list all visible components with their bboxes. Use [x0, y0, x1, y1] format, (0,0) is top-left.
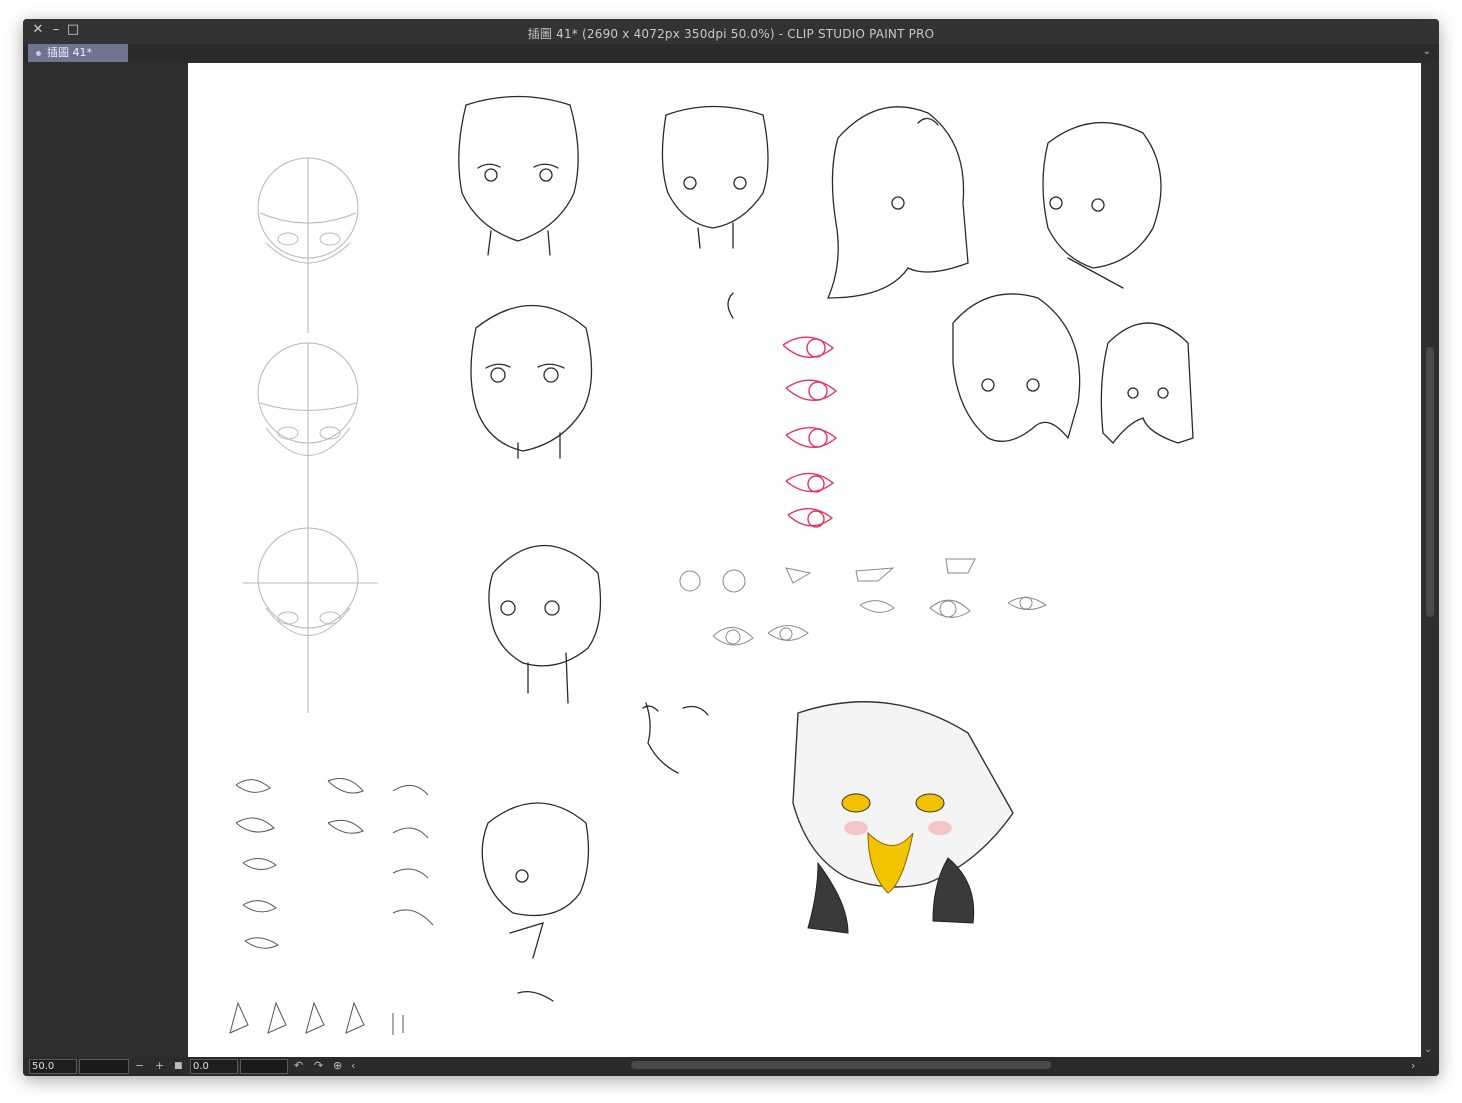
unsaved-dot-icon: [36, 50, 41, 56]
zoom-input[interactable]: 50.0: [29, 1059, 77, 1074]
tab-label: 插圖 41*: [47, 46, 92, 59]
title-bar: ✕ – □ 插圖 41* (2690 x 4072px 350dpi 50.0%…: [23, 19, 1439, 44]
pasteboard-area: [23, 62, 188, 1057]
scroll-left-icon[interactable]: ‹: [351, 1059, 355, 1073]
front-heads-column: [458, 95, 602, 1002]
vertical-scrollbar[interactable]: ⌄: [1421, 62, 1439, 1057]
reset-rotation-icon[interactable]: ⊕: [333, 1059, 342, 1073]
red-eye-studies: [782, 336, 838, 528]
scroll-down-chevron-icon[interactable]: ⌄: [1424, 1044, 1432, 1055]
document-tab-bar: 插圖 41* ⌄: [23, 44, 1439, 62]
window-title: 插圖 41* (2690 x 4072px 350dpi 50.0%) - CL…: [527, 27, 935, 41]
horizontal-scroll-thumb[interactable]: [631, 1061, 1051, 1069]
top-row-heads: [661, 105, 1194, 444]
vertical-scroll-thumb[interactable]: [1426, 347, 1434, 617]
eye-shape-studies: [679, 558, 1047, 646]
construction-heads-column: [243, 157, 378, 713]
zoom-in-button[interactable]: +: [155, 1059, 164, 1073]
profile-sketch: [642, 702, 709, 774]
tab-list-chevron-icon[interactable]: ⌄: [1423, 46, 1431, 57]
drawing-canvas[interactable]: [188, 63, 1421, 1057]
colored-character: [792, 701, 1014, 934]
navigator-status-bar: 50.0 − + ■ 0.0 ↶ ↷ ⊕ ‹ ›: [23, 1057, 1439, 1076]
rotate-right-icon[interactable]: ↷: [314, 1059, 323, 1073]
rotation-input[interactable]: 0.0: [190, 1059, 238, 1074]
tab-document[interactable]: 插圖 41*: [28, 44, 128, 62]
scroll-right-icon[interactable]: ›: [1411, 1059, 1415, 1073]
sketch-artwork: [229, 95, 1194, 1035]
fit-window-button[interactable]: ■: [174, 1059, 183, 1073]
rotation-slider[interactable]: [240, 1059, 288, 1074]
zoom-out-button[interactable]: −: [135, 1059, 144, 1073]
zoom-slider[interactable]: [79, 1059, 129, 1074]
app-window: ✕ – □ 插圖 41* (2690 x 4072px 350dpi 50.0%…: [23, 19, 1439, 1076]
bottom-eye-strokes: [229, 778, 434, 1035]
rotate-left-icon[interactable]: ↶: [294, 1059, 303, 1073]
